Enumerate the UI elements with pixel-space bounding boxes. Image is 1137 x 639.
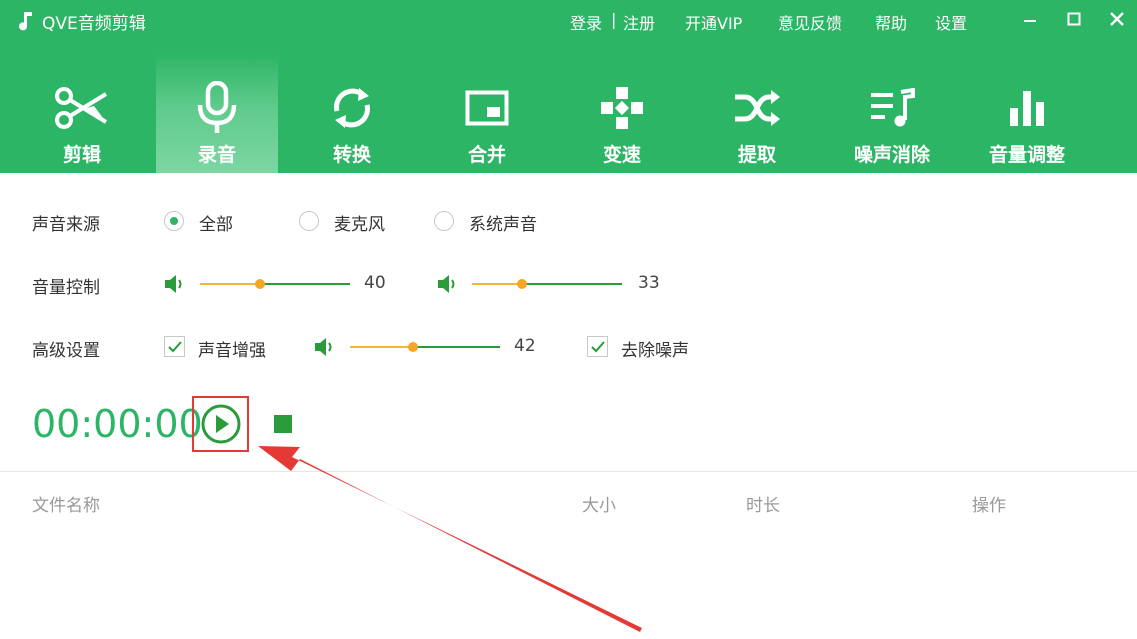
tab-label: 变速 <box>602 144 641 166</box>
denoise-label[interactable]: 去除噪声 <box>621 336 689 361</box>
divider <box>0 471 1137 472</box>
feedback-link[interactable]: 意见反馈 <box>778 10 842 34</box>
play-icon <box>201 404 240 444</box>
merge-icon <box>455 82 519 134</box>
volume-slider-2[interactable] <box>472 277 622 291</box>
tab-label: 合并 <box>467 144 506 166</box>
header-bar: QVE音频剪辑 登录 | 注册 开通VIP 意见反馈 帮助 设置 剪辑 录音 转… <box>0 0 1137 173</box>
enhance-label[interactable]: 声音增强 <box>198 336 266 361</box>
vip-link[interactable]: 开通VIP <box>685 10 742 34</box>
radio-all-label[interactable]: 全部 <box>199 210 233 235</box>
slider-track-empty <box>521 283 622 285</box>
minimize-button[interactable] <box>1017 6 1043 32</box>
column-duration: 时长 <box>746 496 780 516</box>
close-button[interactable] <box>1104 6 1130 32</box>
app-title-text: QVE音频剪辑 <box>42 13 146 34</box>
enhance-slider-value: 42 <box>514 336 536 356</box>
volume-control-label: 音量控制 <box>32 278 100 298</box>
start-record-button[interactable] <box>192 396 249 452</box>
tab-cut[interactable]: 剪辑 <box>21 54 143 173</box>
slider-thumb[interactable] <box>255 279 265 289</box>
slider-track-empty <box>413 346 500 348</box>
minimize-icon <box>1024 20 1036 22</box>
radio-system-sound-label[interactable]: 系统声音 <box>469 210 537 235</box>
radio-microphone-label[interactable]: 麦克风 <box>334 210 385 235</box>
record-timer: 00:00:00 <box>32 402 203 446</box>
tab-convert[interactable]: 转换 <box>291 54 413 173</box>
enhance-checkbox[interactable] <box>164 336 185 357</box>
slider-thumb[interactable] <box>408 342 418 352</box>
checkmark-icon <box>590 340 605 352</box>
tab-label: 转换 <box>332 144 371 166</box>
advanced-settings-label: 高级设置 <box>32 341 100 361</box>
noise-removal-icon <box>860 82 924 134</box>
slider-track-empty <box>260 283 350 285</box>
link-separator: | <box>611 10 617 29</box>
speaker-icon <box>315 338 332 356</box>
register-link[interactable]: 注册 <box>623 10 655 34</box>
radio-system-sound[interactable] <box>434 211 454 231</box>
tab-label: 提取 <box>737 144 776 166</box>
tab-volume-adjust[interactable]: 音量调整 <box>966 54 1088 173</box>
column-size: 大小 <box>582 496 616 516</box>
slider-thumb[interactable] <box>516 279 527 289</box>
enhance-slider[interactable] <box>350 340 500 354</box>
tab-merge[interactable]: 合并 <box>426 54 548 173</box>
convert-icon <box>320 82 384 134</box>
denoise-checkbox[interactable] <box>587 336 608 357</box>
tab-extract[interactable]: 提取 <box>696 54 818 173</box>
maximize-icon <box>1067 12 1081 26</box>
volume-slider-1-value: 40 <box>364 273 386 293</box>
speaker-icon <box>165 275 182 293</box>
slider-track-filled <box>472 283 522 285</box>
slider-track-filled <box>200 283 260 285</box>
login-link[interactable]: 登录 <box>570 10 602 34</box>
close-icon <box>1110 12 1124 26</box>
app-title: QVE音频剪辑 <box>16 8 146 34</box>
tab-label: 噪声消除 <box>853 144 930 166</box>
microphone-icon <box>185 81 249 134</box>
checkmark-icon <box>167 340 182 352</box>
volume-slider-1[interactable] <box>200 277 350 291</box>
tab-label: 录音 <box>197 144 236 166</box>
column-file-name: 文件名称 <box>32 496 100 516</box>
help-link[interactable]: 帮助 <box>875 10 907 34</box>
stop-record-button[interactable] <box>274 415 292 433</box>
shuffle-icon <box>725 82 789 134</box>
radio-microphone[interactable] <box>299 211 319 231</box>
radio-all[interactable] <box>164 211 184 231</box>
tab-label: 音量调整 <box>988 144 1065 166</box>
tab-noise-removal[interactable]: 噪声消除 <box>831 54 953 173</box>
slider-track-filled <box>350 346 413 348</box>
music-note-icon <box>16 10 34 32</box>
volume-slider-2-value: 33 <box>638 273 660 293</box>
scissors-icon <box>50 82 114 134</box>
speaker-icon <box>438 275 455 293</box>
column-actions: 操作 <box>972 496 1006 516</box>
tab-label: 剪辑 <box>62 144 101 166</box>
settings-link[interactable]: 设置 <box>935 10 967 34</box>
volume-bars-icon <box>995 82 1059 134</box>
sound-source-label: 声音来源 <box>32 215 100 235</box>
maximize-button[interactable] <box>1061 6 1087 32</box>
tab-speed[interactable]: 变速 <box>561 54 683 173</box>
tab-record[interactable]: 录音 <box>156 54 278 173</box>
speed-icon <box>590 82 654 134</box>
